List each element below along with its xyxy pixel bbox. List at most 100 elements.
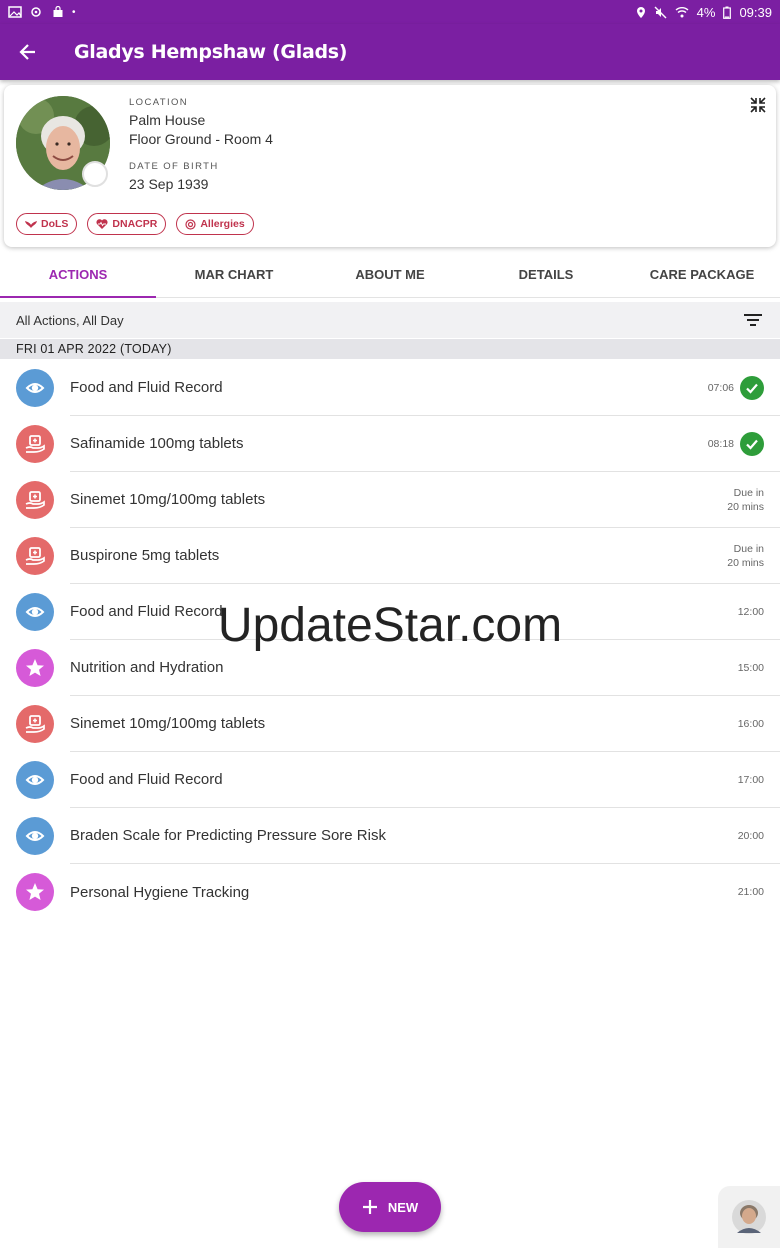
medical-hand-icon xyxy=(16,705,54,743)
action-row-body: Buspirone 5mg tablets Due in 20 mins xyxy=(70,528,780,584)
action-row[interactable]: Buspirone 5mg tablets Due in 20 mins xyxy=(0,528,780,584)
dob-value: 23 Sep 1939 xyxy=(129,176,209,192)
chip-dols[interactable]: DoLS xyxy=(16,213,78,235)
action-title: Food and Fluid Record xyxy=(70,603,223,620)
location-icon xyxy=(636,6,645,18)
filter-bar[interactable]: All Actions, All Day xyxy=(0,302,780,338)
dob-label: DATE OF BIRTH xyxy=(129,161,219,172)
action-title: Personal Hygiene Tracking xyxy=(70,883,250,901)
due-label: Due in 20 mins xyxy=(727,486,764,514)
action-row-body: Braden Scale for Predicting Pressure Sor… xyxy=(70,808,780,864)
action-title: Braden Scale for Predicting Pressure Sor… xyxy=(70,827,386,844)
mute-icon xyxy=(654,6,667,18)
clock: 09:39 xyxy=(739,4,772,20)
arrow-left-icon xyxy=(19,44,35,60)
action-row-body: Personal Hygiene Tracking 21:00 xyxy=(70,864,780,920)
chip-allergies[interactable]: Allergies xyxy=(176,213,254,235)
action-meta: 16:00 xyxy=(738,718,764,730)
action-title: Sinemet 10mg/100mg tablets xyxy=(70,491,266,508)
tab-about-me[interactable]: ABOUT ME xyxy=(312,252,468,297)
action-row[interactable]: Sinemet 10mg/100mg tablets Due in 20 mins xyxy=(0,472,780,528)
new-button-label: NEW xyxy=(387,1199,419,1215)
chip-label: Allergies xyxy=(200,218,245,230)
action-row[interactable]: Braden Scale for Predicting Pressure Sor… xyxy=(0,808,780,864)
wifi-icon xyxy=(675,7,689,18)
tab-bar: ACTIONS MAR CHART ABOUT ME DETAILS CARE … xyxy=(0,252,780,298)
due-line2: 20 mins xyxy=(727,556,764,569)
collapse-icon xyxy=(750,97,766,113)
staff-avatar-button[interactable] xyxy=(718,1186,780,1248)
due-label: Due in 20 mins xyxy=(727,542,764,570)
resident-info: LOCATION Palm House Floor Ground - Room … xyxy=(129,97,273,194)
action-meta: 17:00 xyxy=(738,774,764,786)
avatar-status-badge xyxy=(82,161,108,187)
action-meta: 20:00 xyxy=(738,830,764,842)
due-line1: Due in xyxy=(733,542,764,555)
action-title: Safinamide 100mg tablets xyxy=(70,435,244,452)
location-house: Palm House xyxy=(129,112,206,128)
tab-mar-chart[interactable]: MAR CHART xyxy=(156,252,312,297)
due-line2: 20 mins xyxy=(727,500,764,513)
action-title: Food and Fluid Record xyxy=(70,379,223,396)
star-icon xyxy=(16,649,54,687)
chip-dnacpr[interactable]: DNACPR xyxy=(87,213,167,235)
action-meta: Due in 20 mins xyxy=(727,486,764,514)
location-room: Floor Ground - Room 4 xyxy=(129,131,273,147)
action-time: 16:00 xyxy=(737,717,764,730)
action-meta: Due in 20 mins xyxy=(727,542,764,570)
bag-icon xyxy=(53,6,63,17)
action-row[interactable]: Sinemet 10mg/100mg tablets 16:00 xyxy=(0,696,780,752)
action-time: 08:18 xyxy=(707,437,734,450)
medical-hand-icon xyxy=(16,425,54,463)
action-title: Food and Fluid Record xyxy=(70,771,223,788)
action-row[interactable]: Personal Hygiene Tracking 21:00 xyxy=(0,864,780,920)
action-title: Sinemet 10mg/100mg tablets xyxy=(70,715,266,732)
filter-icon xyxy=(744,314,762,326)
action-row-body: Food and Fluid Record 17:00 xyxy=(70,752,780,808)
battery-icon xyxy=(723,6,732,19)
action-row-body: Safinamide 100mg tablets 08:18 xyxy=(70,416,780,472)
app-bar: Gladys Hempshaw (Glads) xyxy=(0,24,780,80)
new-action-button[interactable]: NEW xyxy=(339,1182,441,1232)
action-row[interactable]: Nutrition and Hydration 15:00 xyxy=(0,640,780,696)
back-button[interactable] xyxy=(0,24,56,80)
collapse-button[interactable] xyxy=(748,95,768,115)
filter-button[interactable] xyxy=(742,309,764,331)
heart-icon xyxy=(96,218,108,229)
action-row-body: Nutrition and Hydration 15:00 xyxy=(70,640,780,696)
tab-actions[interactable]: ACTIONS xyxy=(0,252,156,298)
action-meta: 21:00 xyxy=(738,886,764,898)
location-label: LOCATION xyxy=(129,97,189,108)
status-system: 4% 09:39 xyxy=(636,5,772,20)
action-row[interactable]: Food and Fluid Record 12:00 xyxy=(0,584,780,640)
action-row-body: Sinemet 10mg/100mg tablets 16:00 xyxy=(70,696,780,752)
status-notifications: • xyxy=(8,6,76,18)
action-row[interactable]: Food and Fluid Record 07:06 xyxy=(0,360,780,416)
action-row-body: Food and Fluid Record 12:00 xyxy=(70,584,780,640)
staff-avatar xyxy=(732,1200,766,1234)
action-row[interactable]: Safinamide 100mg tablets 08:18 xyxy=(0,416,780,472)
wings-icon xyxy=(25,221,37,228)
star-icon xyxy=(16,873,54,911)
action-meta: 07:06 xyxy=(708,375,764,400)
check-circle-icon xyxy=(740,431,764,456)
resident-card: LOCATION Palm House Floor Ground - Room … xyxy=(4,85,776,247)
action-meta: 12:00 xyxy=(738,606,764,618)
date-header: FRI 01 APR 2022 (TODAY) xyxy=(0,339,780,359)
medical-hand-icon xyxy=(16,481,54,519)
page-title: Gladys Hempshaw (Glads) xyxy=(74,41,348,63)
status-bar: • 4% 09:39 xyxy=(0,0,780,24)
chip-label: DoLS xyxy=(41,218,69,230)
eye-icon xyxy=(16,369,54,407)
alert-chips: DoLS DNACPR Allergies xyxy=(16,213,254,235)
settings-cloud-icon xyxy=(31,7,41,17)
action-time: 15:00 xyxy=(737,661,764,674)
tab-details[interactable]: DETAILS xyxy=(468,252,624,297)
dot-icon: • xyxy=(72,6,76,18)
action-row[interactable]: Food and Fluid Record 17:00 xyxy=(0,752,780,808)
tab-care-package[interactable]: CARE PACKAGE xyxy=(624,252,780,297)
chip-label: DNACPR xyxy=(112,218,158,230)
action-row-body: Sinemet 10mg/100mg tablets Due in 20 mins xyxy=(70,472,780,528)
medical-hand-icon xyxy=(16,537,54,575)
plus-icon xyxy=(362,1200,377,1214)
